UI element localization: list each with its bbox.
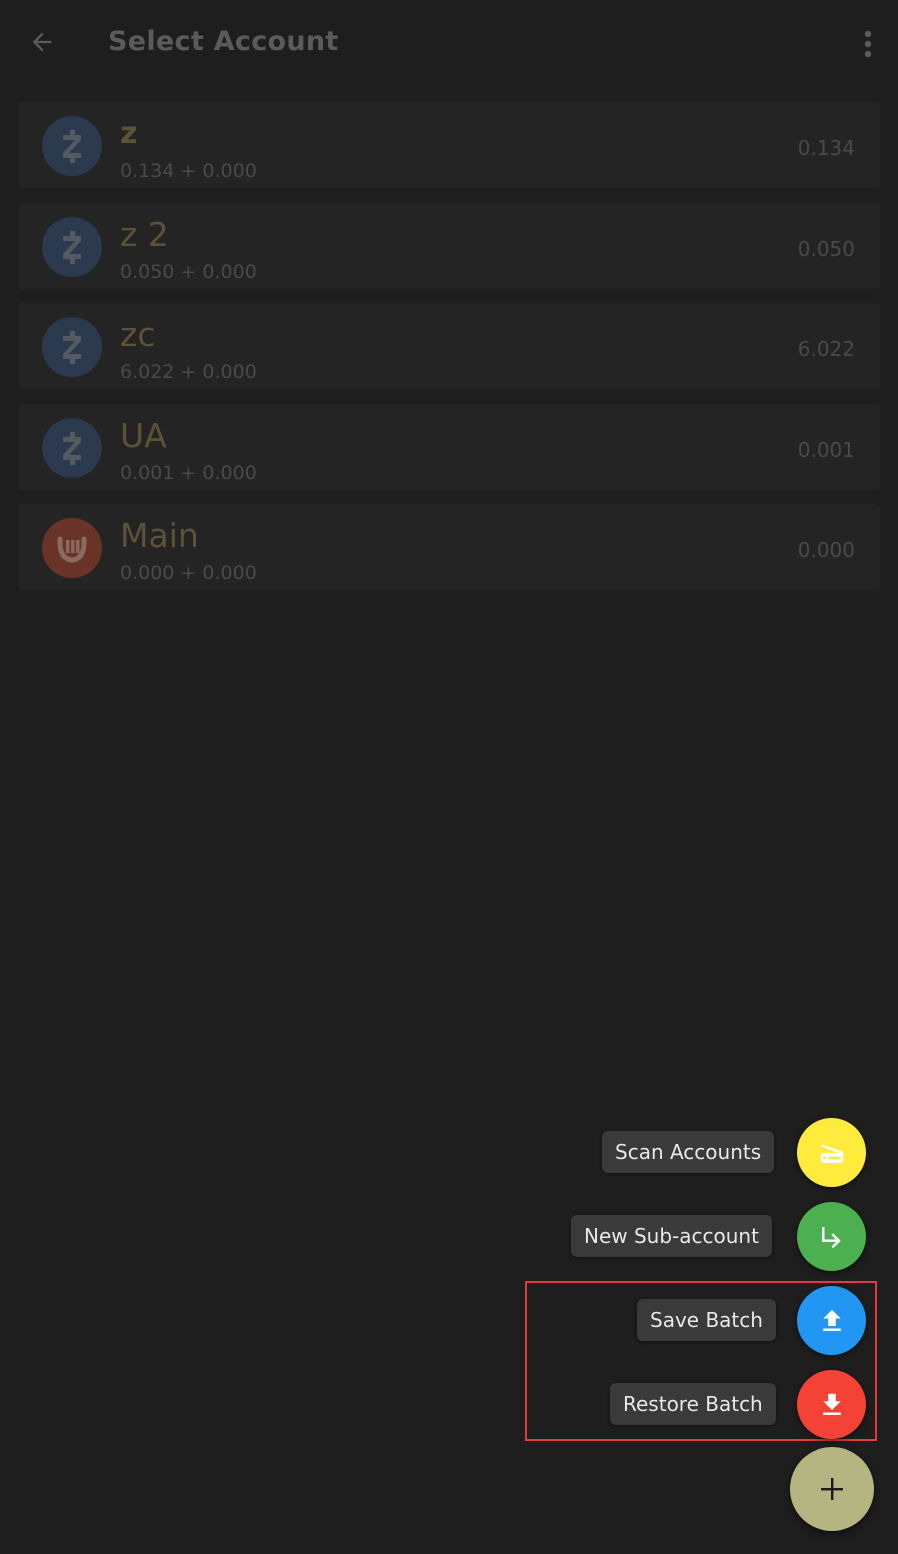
account-sub-balance: 0.134 + 0.000 bbox=[120, 160, 257, 182]
page-title: Select Account bbox=[108, 26, 339, 57]
account-row[interactable]: zc 6.022 + 0.000 6.022 bbox=[18, 303, 880, 389]
save-batch-label[interactable]: Save Batch bbox=[637, 1299, 776, 1341]
zcash-coin-icon bbox=[42, 417, 102, 478]
zcash-coin-icon bbox=[42, 317, 102, 377]
main-fab-button[interactable] bbox=[790, 1447, 874, 1531]
zcash-coin-icon bbox=[42, 216, 102, 277]
account-name: Main bbox=[120, 516, 199, 555]
more-vert-icon bbox=[864, 30, 872, 58]
account-list: z 0.134 + 0.000 0.134 z 2 0.050 + 0.000 … bbox=[18, 102, 880, 605]
account-name: zc bbox=[120, 315, 156, 354]
restore-batch-button[interactable] bbox=[797, 1370, 866, 1439]
scan-accounts-button[interactable] bbox=[797, 1118, 866, 1187]
account-balance: 0.001 bbox=[797, 437, 855, 462]
download-icon bbox=[822, 1393, 841, 1415]
account-sub-balance: 0.001 + 0.000 bbox=[120, 461, 257, 484]
new-sub-account-label[interactable]: New Sub-account bbox=[571, 1215, 772, 1257]
scan-accounts-label[interactable]: Scan Accounts bbox=[602, 1131, 775, 1173]
account-balance: 0.134 bbox=[797, 136, 855, 160]
zcash-coin-icon bbox=[42, 116, 102, 176]
subdirectory-arrow-icon bbox=[821, 1226, 841, 1248]
account-row[interactable]: z 0.134 + 0.000 0.134 bbox=[18, 102, 880, 188]
new-sub-account-button[interactable] bbox=[797, 1202, 866, 1271]
restore-batch-label[interactable]: Restore Batch bbox=[610, 1383, 776, 1425]
account-name: z 2 bbox=[120, 214, 169, 254]
account-row[interactable]: UA 0.001 + 0.000 0.001 bbox=[18, 403, 880, 490]
app-bar: Select Account bbox=[0, 0, 898, 90]
upload-icon bbox=[822, 1309, 841, 1331]
arrow-back-icon bbox=[32, 32, 52, 52]
scanner-icon bbox=[820, 1143, 843, 1163]
account-balance: 6.022 bbox=[797, 337, 855, 361]
account-balance: 0.050 bbox=[797, 236, 855, 261]
save-batch-button[interactable] bbox=[797, 1286, 866, 1355]
more-options-button[interactable] bbox=[852, 24, 884, 64]
account-name: UA bbox=[120, 415, 167, 455]
ycash-coin-icon bbox=[42, 518, 102, 578]
account-row[interactable]: Main 0.000 + 0.000 0.000 bbox=[18, 504, 880, 590]
account-balance: 0.000 bbox=[797, 538, 855, 562]
account-sub-balance: 0.050 + 0.000 bbox=[120, 260, 257, 283]
plus-icon bbox=[821, 1478, 843, 1500]
screen: Select Account z 0.134 + 0.000 0.134 z 2… bbox=[0, 0, 898, 1554]
account-row[interactable]: z 2 0.050 + 0.000 0.050 bbox=[18, 202, 880, 289]
account-name: z bbox=[120, 116, 138, 151]
account-sub-balance: 6.022 + 0.000 bbox=[120, 361, 257, 383]
account-sub-balance: 0.000 + 0.000 bbox=[120, 562, 257, 584]
back-button[interactable] bbox=[22, 22, 62, 62]
